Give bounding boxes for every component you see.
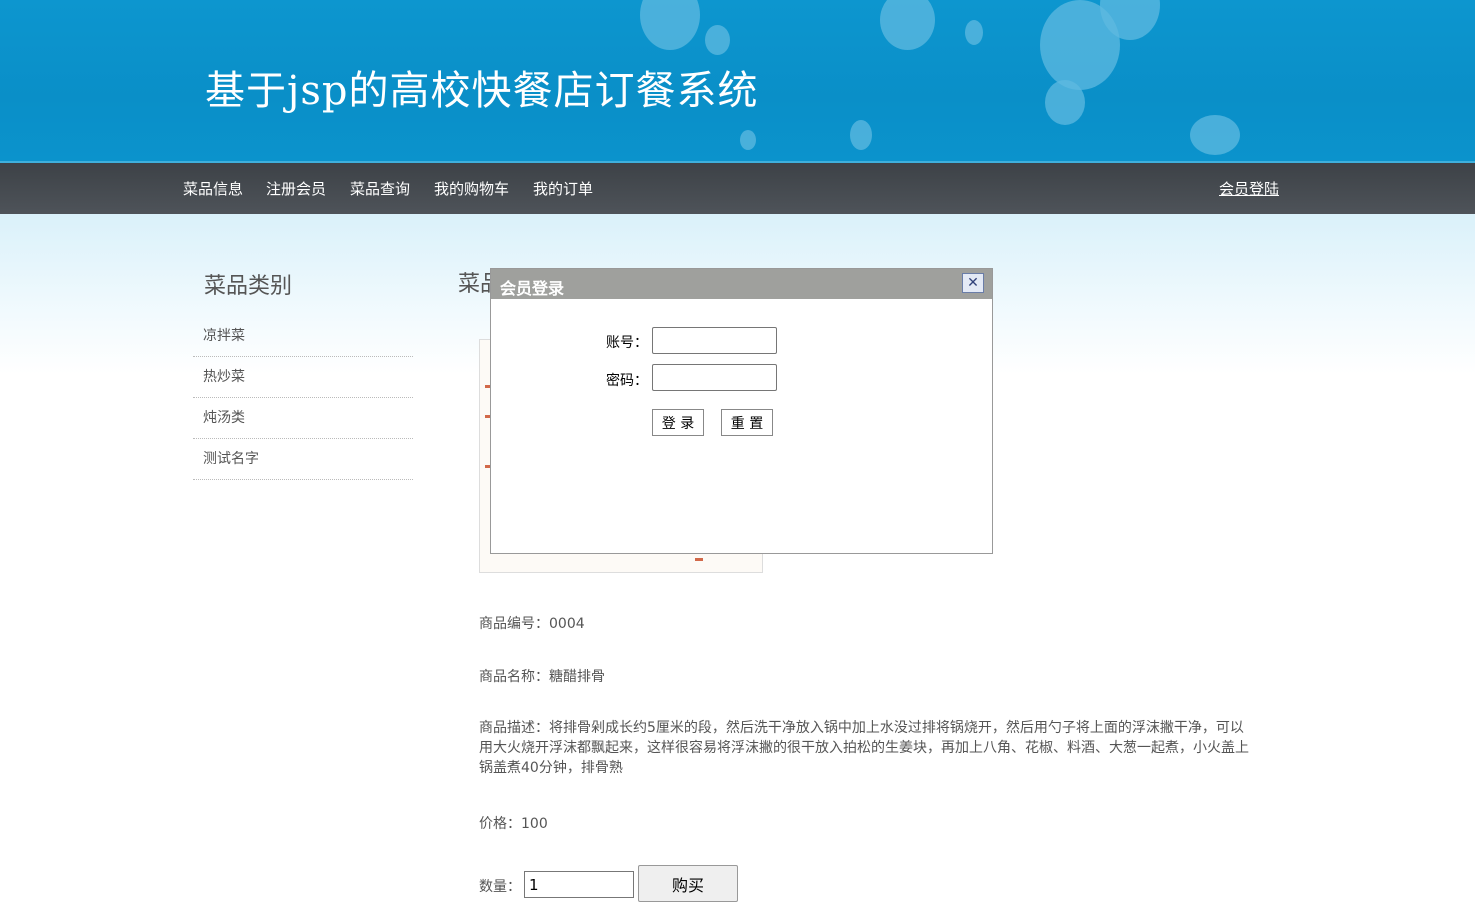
dialog-title: 会员登录 — [500, 279, 565, 298]
nav-item-dish-search[interactable]: 菜品查询 — [350, 178, 410, 199]
buy-button[interactable]: 购买 — [638, 865, 738, 902]
login-dialog: 会员登录 ✕ 账号： 密码： 登 录 重 置 — [490, 268, 993, 554]
banner-decoration — [850, 120, 872, 150]
category-list: 凉拌菜 热炒菜 炖汤类 测试名字 — [193, 316, 413, 480]
product-price: 价格：100 — [479, 816, 548, 832]
banner-decoration — [880, 0, 935, 50]
product-name: 商品名称：糖醋排骨 — [479, 669, 605, 685]
category-item[interactable]: 测试名字 — [193, 439, 413, 480]
nav-item-register[interactable]: 注册会员 — [266, 178, 326, 199]
password-label: 密码： — [606, 373, 648, 389]
banner-decoration — [1190, 115, 1240, 155]
product-description: 商品描述：将排骨剁成长约5厘米的段，然后洗干净放入锅中加上水没过排将锅烧开，然后… — [479, 720, 1249, 776]
quantity-input[interactable] — [524, 871, 634, 898]
dialog-header: 会员登录 ✕ — [491, 269, 992, 299]
login-button[interactable]: 登 录 — [652, 409, 704, 436]
sidebar-title: 菜品类别 — [204, 274, 293, 299]
banner-decoration — [965, 20, 983, 45]
category-item[interactable]: 凉拌菜 — [193, 316, 413, 357]
nav-item-dish-info[interactable]: 菜品信息 — [183, 178, 243, 199]
account-label: 账号： — [606, 335, 648, 351]
account-input[interactable] — [652, 327, 777, 354]
nav-item-cart[interactable]: 我的购物车 — [434, 178, 509, 199]
quantity-label: 数量： — [479, 879, 521, 895]
banner-decoration — [740, 130, 756, 150]
category-item[interactable]: 热炒菜 — [193, 357, 413, 398]
banner-decoration — [640, 0, 700, 50]
banner-decoration — [705, 25, 730, 55]
image-detail — [695, 558, 703, 561]
category-item[interactable]: 炖汤类 — [193, 398, 413, 439]
banner-decoration — [1045, 80, 1085, 125]
main-nav: 菜品信息 注册会员 菜品查询 我的购物车 我的订单 会员登陆 — [0, 163, 1475, 214]
header-banner: 基于jsp的高校快餐店订餐系统 — [0, 0, 1475, 161]
product-id: 商品编号：0004 — [479, 616, 585, 632]
site-title: 基于jsp的高校快餐店订餐系统 — [205, 68, 759, 114]
nav-item-orders[interactable]: 我的订单 — [533, 178, 593, 199]
password-input[interactable] — [652, 364, 777, 391]
close-icon[interactable]: ✕ — [962, 273, 984, 293]
reset-button[interactable]: 重 置 — [721, 409, 773, 436]
member-login-link[interactable]: 会员登陆 — [1219, 178, 1279, 199]
